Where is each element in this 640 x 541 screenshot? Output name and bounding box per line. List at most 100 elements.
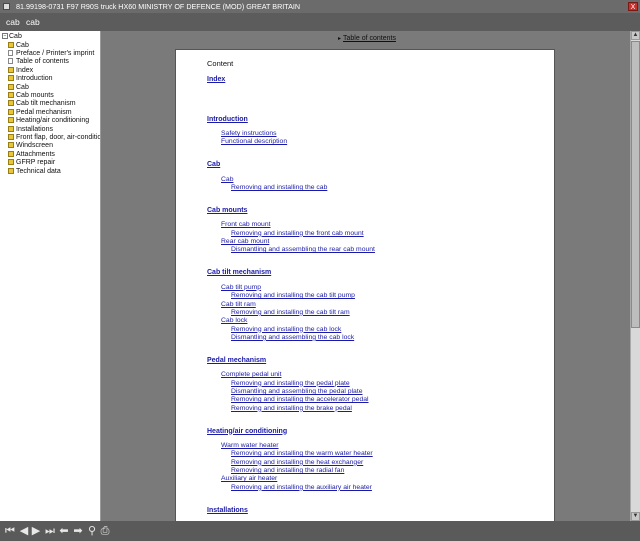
section-link[interactable]: Cab tilt mechanism <box>207 269 271 276</box>
arrow-right-icon: ▸ <box>338 36 342 42</box>
navigation-toolbar: ⏮ ◀ ▶ ⏭ ⬅ ➡ ⚲ ⎙ <box>0 521 640 541</box>
subtopic-link[interactable]: Removing and installing the accelerator … <box>231 396 369 403</box>
subtopic-link[interactable]: Removing and installing the auxiliary ai… <box>231 484 372 491</box>
tree-item[interactable]: Cab tilt mechanism <box>8 100 76 108</box>
tree-item[interactable]: GFRP repair <box>8 159 55 167</box>
tree-item-label: Cab tilt mechanism <box>16 100 76 108</box>
subtopic-link[interactable]: Dismantling and assembling the rear cab … <box>231 246 375 253</box>
collapse-icon[interactable]: − <box>2 33 8 40</box>
subtopic-link[interactable]: Removing and installing the brake pedal <box>231 405 352 412</box>
breadcrumb-item[interactable]: cab <box>6 13 20 31</box>
page-icon <box>8 50 13 57</box>
document-page: Content Index Introduction Safety instruct… <box>175 49 555 521</box>
first-page-icon[interactable]: ⏮ <box>4 525 16 537</box>
subtopic-link[interactable]: Removing and installing the cab tilt ram <box>231 309 350 316</box>
book-icon <box>8 92 14 99</box>
tree-item[interactable]: Heating/air conditioning <box>8 117 89 125</box>
topic-link[interactable]: Rear cab mount <box>221 238 269 245</box>
back-arrow-icon[interactable]: ⬅ <box>58 525 70 537</box>
scroll-down-icon[interactable]: ▼ <box>631 512 640 521</box>
tree-root[interactable]: − Cab <box>2 33 22 41</box>
scrollbar-thumb[interactable] <box>631 41 640 328</box>
section-link[interactable]: Introduction <box>207 116 248 123</box>
subtopic-link[interactable]: Removing and installing the front cab mo… <box>231 230 364 237</box>
breadcrumb-item[interactable]: cab <box>26 13 40 31</box>
table-of-contents-link[interactable]: ▸ Table of contents <box>338 35 396 42</box>
section-link[interactable]: Index <box>207 76 225 83</box>
topic-link[interactable]: Safety instructions <box>221 130 277 137</box>
topic-link[interactable]: Cab tilt ram <box>221 301 256 308</box>
tree-item-label: Cab mounts <box>16 91 54 99</box>
topic-link[interactable]: Cab lock <box>221 317 247 324</box>
tree-item[interactable]: Table of contents <box>8 58 69 66</box>
tree-item[interactable]: Windscreen <box>8 142 53 150</box>
tree-item[interactable]: Preface / Printer's imprint <box>8 50 94 58</box>
window-titlebar: 81.99198-0731 F97 R90S truck HX60 MINIST… <box>0 0 640 13</box>
section-link[interactable]: Cab mounts <box>207 207 247 214</box>
section-link[interactable]: Installations <box>207 507 248 514</box>
section-link[interactable]: Cab <box>207 161 220 168</box>
last-page-icon[interactable]: ⏭ <box>44 525 56 537</box>
book-icon <box>8 83 14 90</box>
forward-arrow-icon[interactable]: ➡ <box>72 525 84 537</box>
topic-link[interactable]: Complete pedal unit <box>221 371 281 378</box>
tree-item-label: Cab <box>16 41 29 49</box>
subtopic-link[interactable]: Removing and installing the warm water h… <box>231 450 373 457</box>
book-icon <box>8 100 14 107</box>
tree-item-label: Introduction <box>16 75 53 83</box>
book-icon <box>8 108 14 115</box>
tree-item[interactable]: Installations <box>8 126 53 134</box>
topic-link[interactable]: Front cab mount <box>221 221 271 228</box>
tree-item[interactable]: Index <box>8 67 33 75</box>
tree-item-label: Cab <box>16 83 29 91</box>
subtopic-link[interactable]: Removing and installing the cab <box>231 184 327 191</box>
tree-item-label: GFRP repair <box>16 159 56 167</box>
subtopic-link[interactable]: Removing and installing the heat exchang… <box>231 459 363 466</box>
close-button[interactable]: X <box>628 2 638 11</box>
subtopic-link[interactable]: Dismantling and assembling the pedal pla… <box>231 388 363 395</box>
subtopic-link[interactable]: Removing and installing the pedal plate <box>231 380 350 387</box>
subtopic-link[interactable]: Dismantling and assembling the cab lock <box>231 334 354 341</box>
subtopic-link[interactable]: Removing and installing the radial fan <box>231 467 344 474</box>
subtopic-link[interactable]: Removing and installing the cab lock <box>231 326 341 333</box>
next-page-icon[interactable]: ▶ <box>30 525 42 537</box>
book-icon <box>8 142 14 149</box>
section-link[interactable]: Pedal mechanism <box>207 357 266 364</box>
vertical-scrollbar[interactable]: ▲ ▼ <box>630 31 640 521</box>
tree-item[interactable]: Cab <box>8 42 29 50</box>
tree-item-label: Front flap, door, air-conditio <box>16 133 101 141</box>
topic-link[interactable]: Functional description <box>221 138 287 145</box>
scroll-up-icon[interactable]: ▲ <box>631 31 640 40</box>
tree-item[interactable]: Introduction <box>8 75 53 83</box>
tree-item[interactable]: Cab mounts <box>8 92 54 100</box>
book-icon <box>8 66 14 73</box>
topic-link[interactable]: Auxiliary air heater <box>221 475 277 482</box>
section-link[interactable]: Heating/air conditioning <box>207 428 287 435</box>
tree-item[interactable]: Cab <box>8 84 29 92</box>
tree-item-label: Preface / Printer's imprint <box>16 49 95 57</box>
tree-item-label: Pedal mechanism <box>16 108 72 116</box>
tree-item[interactable]: Front flap, door, air-conditio <box>8 133 101 142</box>
book-icon <box>8 167 14 174</box>
print-icon[interactable]: ⎙ <box>99 525 111 537</box>
table-of-contents-label: Table of contents <box>343 35 396 42</box>
search-icon[interactable]: ⚲ <box>86 525 98 537</box>
book-icon <box>8 117 14 124</box>
tree-item-label: Table of contents <box>16 58 69 66</box>
tree-item[interactable]: Technical data <box>8 168 61 176</box>
previous-page-icon[interactable]: ◀ <box>18 525 30 537</box>
tree-item-label: Attachments <box>16 150 55 158</box>
page-icon <box>8 58 13 65</box>
topic-link[interactable]: Cab tilt pump <box>221 284 261 291</box>
tree-root-label: Cab <box>9 33 22 40</box>
tree-item[interactable]: Pedal mechanism <box>8 109 72 117</box>
breadcrumb: cab cab <box>0 13 640 31</box>
subtopic-link[interactable]: Removing and installing the cab tilt pum… <box>231 292 355 299</box>
topic-link[interactable]: Warm water heater <box>221 442 279 449</box>
document-viewer: ▸ Table of contents Content Index Introduc… <box>101 31 630 521</box>
tree-item-label: Index <box>16 66 34 74</box>
book-icon <box>8 159 14 166</box>
tree-item[interactable]: Attachments <box>8 151 55 159</box>
topic-link[interactable]: Cab <box>221 176 233 183</box>
tree-item-label: Installations <box>16 125 53 133</box>
